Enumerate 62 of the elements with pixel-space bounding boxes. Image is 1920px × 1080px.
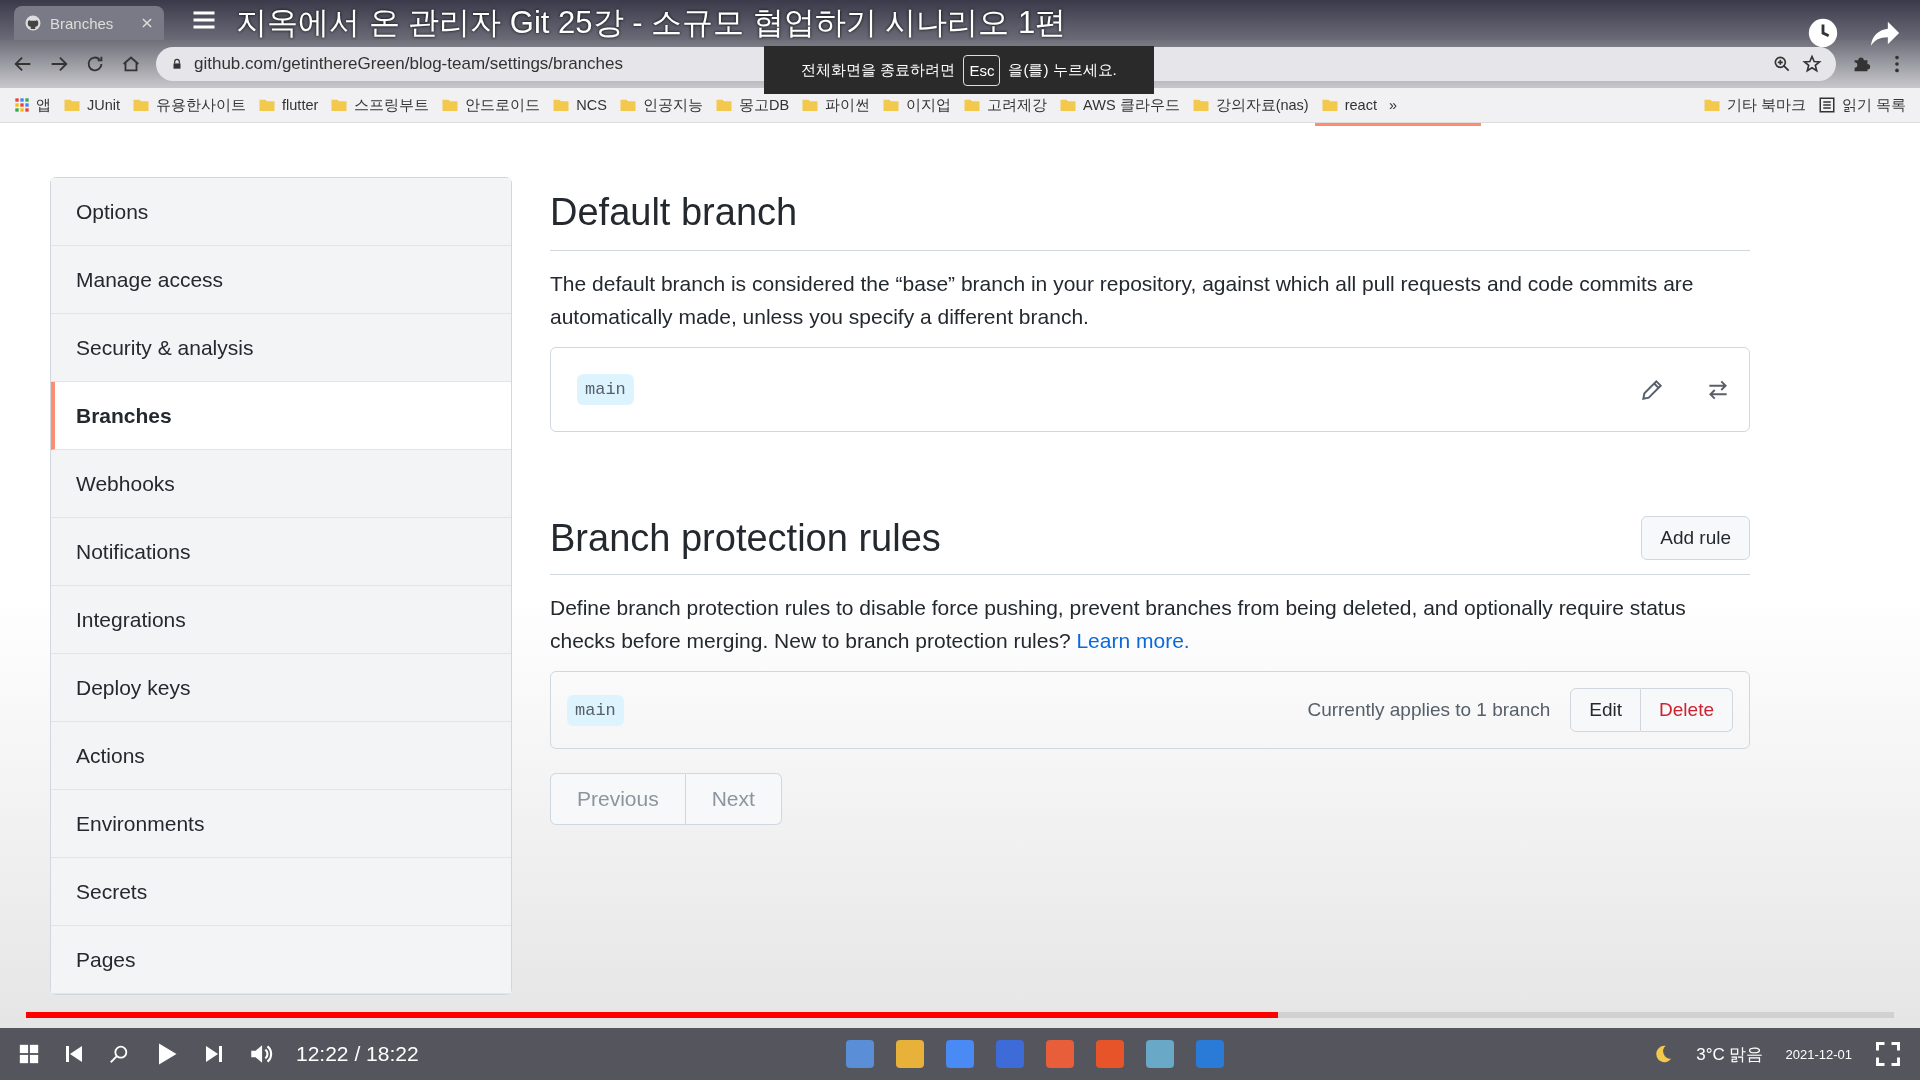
github-icon — [24, 14, 42, 32]
video-progress-bar[interactable] — [26, 1012, 1894, 1018]
bookmark-item[interactable]: 스프링부트 — [330, 95, 430, 115]
fullscreen-exit-icon[interactable] — [1874, 1040, 1902, 1068]
bookmark-item[interactable]: react — [1320, 96, 1377, 114]
more-bookmarks-button[interactable]: » — [1388, 97, 1397, 113]
bookmark-item[interactable]: 고려제강 — [963, 95, 1048, 115]
taskbar-date: 2021-12-01 — [1785, 1046, 1852, 1062]
sidebar-item[interactable]: Security & analysis — [51, 314, 511, 382]
clock-icon[interactable] — [1806, 16, 1840, 50]
tab-title: Branches — [50, 14, 115, 32]
windows-start-icon[interactable] — [18, 1043, 40, 1065]
esc-key: Esc — [963, 54, 1001, 86]
zoom-icon[interactable] — [1772, 54, 1792, 74]
video-title: 지옥에서 온 관리자 Git 25강 - 소규모 협업하기 시나리오 1편 — [236, 4, 1067, 42]
sidebar-item[interactable]: Actions — [51, 722, 511, 790]
taskbar-app-icon[interactable] — [1146, 1040, 1175, 1068]
search-icon[interactable] — [108, 1043, 130, 1065]
bookmark-item[interactable]: 이지업 — [882, 95, 952, 115]
section-heading: Default branch — [550, 177, 1750, 251]
section-description: Define branch protection rules to disable force pushing, prevent branches from being deleted, and optionally require status checks before merging. New to branch protection rules? Learn more. — [550, 595, 1687, 654]
sidebar-item[interactable]: Notifications — [51, 518, 511, 586]
bookmark-item[interactable]: 강의자료(nas) — [1191, 95, 1309, 115]
bookmark-item[interactable]: NCS — [552, 96, 607, 114]
sidebar-item[interactable]: Deploy keys — [51, 654, 511, 722]
sidebar-item[interactable]: Integrations — [51, 586, 511, 654]
branch-name: main — [577, 374, 634, 405]
bookmark-item[interactable]: 인공지능 — [618, 95, 703, 115]
delete-button[interactable]: Delete — [1641, 688, 1733, 732]
notice-text: 을(를) 누르세요. — [1008, 60, 1117, 80]
notice-text: 전체화면을 종료하려면 — [801, 60, 956, 80]
list-icon — [1817, 96, 1836, 114]
applies-text: Currently applies to 1 branch — [1307, 699, 1551, 721]
bookmark-item[interactable]: AWS 클라우드 — [1059, 95, 1180, 115]
apps-grid-icon — [14, 97, 30, 113]
reading-list-button[interactable]: 읽기 목록 — [1817, 95, 1906, 115]
edit-button[interactable]: Edit — [1570, 688, 1642, 732]
sidebar-item[interactable]: Pages — [51, 926, 511, 994]
learn-more-link[interactable]: Learn more. — [1076, 629, 1190, 652]
apps-bookmark[interactable]: 앱 — [14, 95, 51, 115]
sidebar-item[interactable]: Secrets — [51, 858, 511, 926]
close-icon[interactable] — [140, 16, 154, 30]
sidebar-item[interactable]: Webhooks — [51, 450, 511, 518]
bookmark-item[interactable]: 기타 북마크 — [1702, 95, 1806, 115]
bookmark-item[interactable]: 유용한사이트 — [132, 95, 247, 115]
taskbar-app-icon[interactable] — [896, 1040, 925, 1068]
add-rule-button[interactable]: Add rule — [1641, 516, 1750, 560]
bookmark-item[interactable]: 안드로이드 — [441, 95, 541, 115]
bookmark-item[interactable]: JUnit — [63, 96, 121, 114]
weather-text: 3°C 맑음 — [1696, 1043, 1764, 1066]
video-time: 12:22 / 18:22 — [296, 1042, 419, 1066]
bookmark-item[interactable]: flutter — [258, 96, 319, 114]
bookmark-item[interactable]: 파이썬 — [801, 95, 871, 115]
bookmark-item[interactable]: 몽고DB — [714, 95, 790, 115]
sidebar-item[interactable]: Branches — [51, 382, 511, 450]
bookmark-star-icon[interactable] — [1802, 54, 1822, 74]
branch-name: main — [567, 694, 624, 726]
section-description: The default branch is considered the “base” branch in your repository, against which all pull requests and code commits are automatically made, unless you specify a different branch. — [550, 271, 1695, 330]
sidebar-item[interactable]: Manage access — [51, 246, 511, 314]
sidebar-item[interactable]: Options — [51, 178, 511, 246]
sidebar-item[interactable]: Environments — [51, 790, 511, 858]
section-heading: Branch protection rules — [550, 516, 941, 560]
